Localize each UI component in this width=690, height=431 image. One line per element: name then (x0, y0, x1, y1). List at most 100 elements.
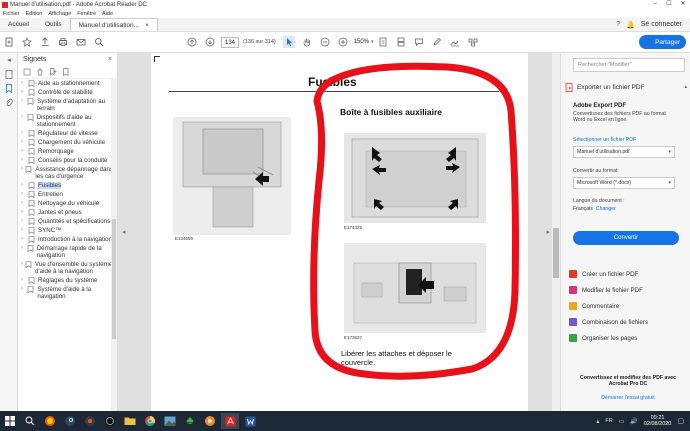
menu-file[interactable]: Fichier (3, 11, 20, 17)
expand-chevron-icon[interactable]: › (21, 148, 28, 155)
more-tools-icon[interactable] (467, 36, 479, 48)
file-select-field[interactable]: Manuel d'utilisation.pdf ▾ (573, 146, 675, 158)
tool-item[interactable]: Combinaison de fichiers (565, 314, 687, 330)
bookmark-item[interactable]: › Entretien (18, 190, 117, 199)
bookmark-options-icon[interactable] (23, 68, 31, 76)
bookmark-item[interactable]: › Quantités et spécifications (18, 217, 117, 226)
tool-item[interactable]: Organiser les pages (565, 330, 687, 346)
file-explorer-icon[interactable] (121, 413, 139, 429)
app-circle-icon[interactable] (101, 413, 119, 429)
tool-item[interactable]: Modifier le fichier PDF (565, 282, 687, 298)
pan-right-arrow-icon[interactable]: ▸ (546, 228, 550, 236)
hand-tool-icon[interactable] (301, 36, 313, 48)
bookmark-item[interactable]: › Conseils pour la conduite (18, 156, 117, 165)
document-scrollbar[interactable] (552, 53, 560, 411)
expand-chevron-icon[interactable]: › (21, 200, 28, 207)
menu-edit[interactable]: Edition (26, 11, 43, 17)
expand-chevron-icon[interactable]: › (21, 209, 28, 216)
help-icon[interactable]: ? (616, 21, 620, 28)
fill-sign-icon[interactable] (449, 36, 461, 48)
bookmark-item[interactable]: › Remorquage (18, 147, 117, 156)
photos-icon[interactable] (161, 413, 179, 429)
expand-chevron-icon[interactable]: › (21, 191, 28, 198)
bookmark-item[interactable]: › Dispositifs d'aide au stationnement (18, 113, 117, 129)
create-pdf-icon[interactable] (3, 36, 15, 48)
steam-icon[interactable] (61, 413, 79, 429)
expand-chevron-icon[interactable]: › (21, 130, 28, 137)
document-viewer[interactable]: ◂ ▸ Fusibles E134659 Boîte à fusibles au… (118, 53, 560, 411)
clock[interactable]: 09:21 02/08/2020 (644, 415, 672, 427)
bookmark-item[interactable]: › Vue d'ensemble du système d'aide à la n… (18, 260, 117, 276)
format-dropdown[interactable]: Microsoft Word (*.docx) ▾ (573, 177, 675, 189)
zoom-out-icon[interactable] (319, 36, 331, 48)
bookmark-item[interactable]: › Système d'aide à la navigation (18, 285, 117, 301)
expand-chevron-icon[interactable]: › (21, 182, 28, 189)
expand-chevron-icon[interactable]: › (21, 157, 28, 164)
scroll-mode-icon[interactable] (395, 36, 407, 48)
print-icon[interactable] (57, 36, 69, 48)
maximize-button[interactable]: ☐ (662, 0, 676, 9)
start-button[interactable] (1, 413, 19, 429)
notifications-icon[interactable]: ▢ (677, 417, 684, 425)
select-file-link[interactable]: Sélectionner un fichier PDF (573, 137, 636, 143)
input-language[interactable]: FR (605, 418, 612, 424)
menu-help[interactable]: Aide (102, 11, 113, 17)
zoom-level-dropdown[interactable]: 150% (354, 39, 369, 45)
tool-item[interactable]: Créer un fichier PDF (565, 266, 687, 282)
sign-in-link[interactable]: Se connecter (641, 21, 682, 28)
previous-page-icon[interactable] (186, 36, 198, 48)
tab-home[interactable]: Accueil (0, 18, 37, 31)
comment-icon[interactable] (413, 36, 425, 48)
select-cursor-icon[interactable] (282, 36, 295, 48)
bookmark-scrollbar[interactable] (111, 79, 117, 411)
tab-tools[interactable]: Outils (37, 18, 70, 31)
expand-chevron-icon[interactable]: › (21, 218, 28, 225)
chrome-icon[interactable] (141, 413, 159, 429)
zoom-in-icon[interactable] (337, 36, 349, 48)
export-header[interactable]: Exporter un fichier PDF ▴ (565, 81, 687, 93)
volume-icon[interactable]: 🔊 (630, 418, 637, 425)
bookmark-item[interactable]: › Système d'adaptation au terrain (18, 97, 117, 113)
tray-up-arrow-icon[interactable]: ▴ (596, 418, 599, 425)
bookmark-item[interactable]: › Nettoyage du véhicule (18, 199, 117, 208)
next-page-icon[interactable] (204, 36, 216, 48)
taskbar-search-icon[interactable] (21, 413, 39, 429)
tool-item[interactable]: Commentaire (565, 298, 687, 314)
bookmark-item[interactable]: › Chargement du véhicule (18, 138, 117, 147)
bookmark-item[interactable]: › Fusibles (18, 181, 117, 190)
acrobat-icon[interactable] (221, 413, 239, 429)
bookmark-item[interactable]: › Introduction à la navigation (18, 235, 117, 244)
bookmark-item[interactable]: › Réglages du système (18, 276, 117, 285)
network-icon[interactable]: ▭ (619, 418, 625, 425)
bookmark-item[interactable]: › Assistance dépannage dans les cas d'urg… (18, 165, 117, 181)
page-number-input[interactable]: 134 (221, 36, 239, 48)
menu-window[interactable]: Fenêtre (77, 11, 96, 17)
game-icon[interactable] (81, 413, 99, 429)
start-trial-link[interactable]: Démarrer l'essai gratuit (573, 395, 683, 401)
bookmark-item[interactable]: › SYNC™ (18, 226, 117, 235)
bookmark-icon[interactable] (0, 81, 18, 95)
expand-chevron-icon[interactable]: › (21, 139, 28, 146)
pan-left-arrow-icon[interactable]: ◂ (122, 228, 126, 236)
change-language-link[interactable]: Changer (596, 206, 616, 212)
star-icon[interactable] (21, 36, 33, 48)
close-window-button[interactable]: ✕ (676, 0, 690, 9)
minimize-button[interactable]: – (648, 0, 662, 9)
menu-view[interactable]: Affichage (48, 11, 71, 17)
firefox-icon[interactable] (41, 413, 59, 429)
share-button[interactable]: 👤 Partager (638, 35, 686, 49)
search-bookmark-icon[interactable] (62, 67, 70, 76)
close-panel-icon[interactable]: × (108, 56, 112, 63)
email-icon[interactable] (75, 36, 87, 48)
media-player-icon[interactable] (201, 413, 219, 429)
new-bookmark-icon[interactable] (49, 67, 57, 76)
tab-close-icon[interactable]: × (145, 19, 149, 32)
bookmark-item[interactable]: › Démarrage rapide de la navigation (18, 244, 117, 260)
bookmark-item[interactable]: › Aide au stationnement (18, 79, 117, 88)
upload-icon[interactable] (39, 36, 51, 48)
bookmark-item[interactable]: › Régulateur de vitesse (18, 129, 117, 138)
convert-button[interactable]: Convertir (573, 231, 679, 245)
notification-bell-icon[interactable]: 🔔 (626, 21, 635, 29)
tools-search-input[interactable]: Rechercher "Modifier" (573, 58, 685, 72)
expand-chevron-icon[interactable]: › (21, 277, 28, 284)
